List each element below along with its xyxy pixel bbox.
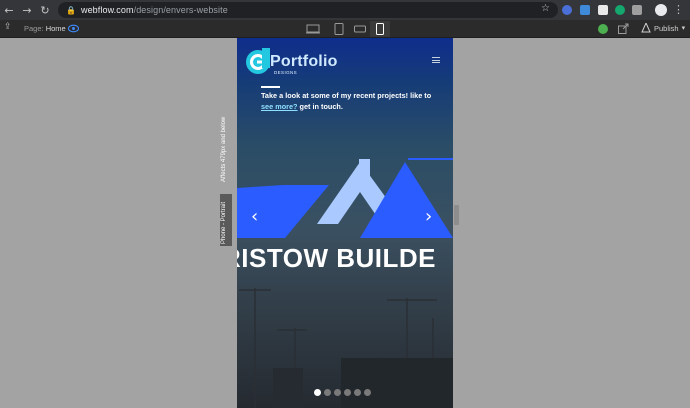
designer-toolbar: ⇪ Page: Home Publish ▾	[0, 20, 690, 38]
bookmark-star-icon[interactable]: ☆	[541, 3, 550, 14]
extension-icon[interactable]	[632, 5, 642, 15]
hamburger-menu-icon[interactable]	[432, 57, 440, 63]
intro-text: Take a look at some of my recent project…	[261, 91, 432, 100]
slider-dot[interactable]	[364, 389, 371, 396]
slider-dot[interactable]	[344, 389, 351, 396]
breakpoint-note: Affects 479px and below	[221, 116, 227, 182]
breakpoint-name: Phone - Portrait	[221, 201, 227, 244]
publish-button[interactable]: Publish ▾	[641, 23, 685, 33]
profile-avatar[interactable]	[655, 4, 667, 16]
back-icon[interactable]: ←	[0, 0, 18, 20]
phone-preview[interactable]: Portfolio DESIGNS Take a look at some of…	[237, 38, 453, 408]
preview-eye-icon[interactable]	[68, 24, 79, 33]
slider-dot[interactable]	[324, 389, 331, 396]
slider-dot[interactable]	[314, 389, 321, 396]
forward-icon[interactable]: →	[18, 0, 36, 20]
page-selector[interactable]: Page: Home	[24, 24, 66, 33]
browser-toolbar: ← → ↻ 🔒 webflow.com/design/envers-websit…	[0, 0, 690, 20]
slider-dot[interactable]	[334, 389, 341, 396]
page-label: Page:	[24, 24, 44, 33]
house-roof-graphic	[237, 158, 453, 238]
slider-dot[interactable]	[354, 389, 361, 396]
intro-end-text: get in touch.	[299, 102, 343, 111]
publish-icon	[641, 23, 651, 33]
menu-kebab-icon[interactable]: ⋮	[673, 3, 684, 17]
slider-next-icon[interactable]: ›	[425, 206, 432, 227]
canvas-resize-handle[interactable]	[454, 205, 459, 225]
page-name: Home	[45, 24, 66, 33]
lock-icon: 🔒	[66, 5, 76, 15]
slider-dots	[314, 389, 371, 396]
phone-landscape-breakpoint-icon[interactable]	[350, 21, 370, 37]
share-icon[interactable]	[618, 23, 629, 34]
publish-label: Publish	[654, 23, 679, 33]
chevron-down-icon: ▾	[681, 25, 686, 32]
phone-portrait-breakpoint-icon[interactable]	[370, 21, 390, 37]
accent-line	[261, 86, 280, 88]
url-text: webflow.com/design/envers-website	[81, 5, 228, 15]
tablet-breakpoint-icon[interactable]	[329, 21, 349, 37]
crane-skyline-graphic	[239, 288, 453, 408]
export-icon[interactable]: ⇪	[4, 22, 12, 32]
desktop-breakpoint-icon[interactable]	[303, 21, 323, 37]
extension-icon[interactable]	[598, 5, 608, 15]
status-check-icon	[598, 24, 608, 34]
see-more-link[interactable]: see more?	[261, 102, 298, 111]
extension-icon[interactable]	[562, 5, 572, 15]
breakpoint-label: Phone - Portrait Affects 479px and below	[220, 58, 232, 248]
extension-icon[interactable]	[580, 5, 590, 15]
slider-prev-icon[interactable]: ‹	[251, 206, 258, 227]
url-path: /design/envers-website	[133, 5, 228, 15]
logo-subtitle: DESIGNS	[274, 70, 298, 75]
grammarly-icon[interactable]	[615, 5, 625, 15]
address-bar[interactable]: 🔒 webflow.com/design/envers-website	[58, 2, 558, 18]
logo-text: Portfolio	[270, 53, 338, 70]
intro-paragraph: Take a look at some of my recent project…	[261, 90, 441, 112]
reload-icon[interactable]: ↻	[36, 0, 54, 20]
url-host: webflow.com	[80, 5, 134, 15]
